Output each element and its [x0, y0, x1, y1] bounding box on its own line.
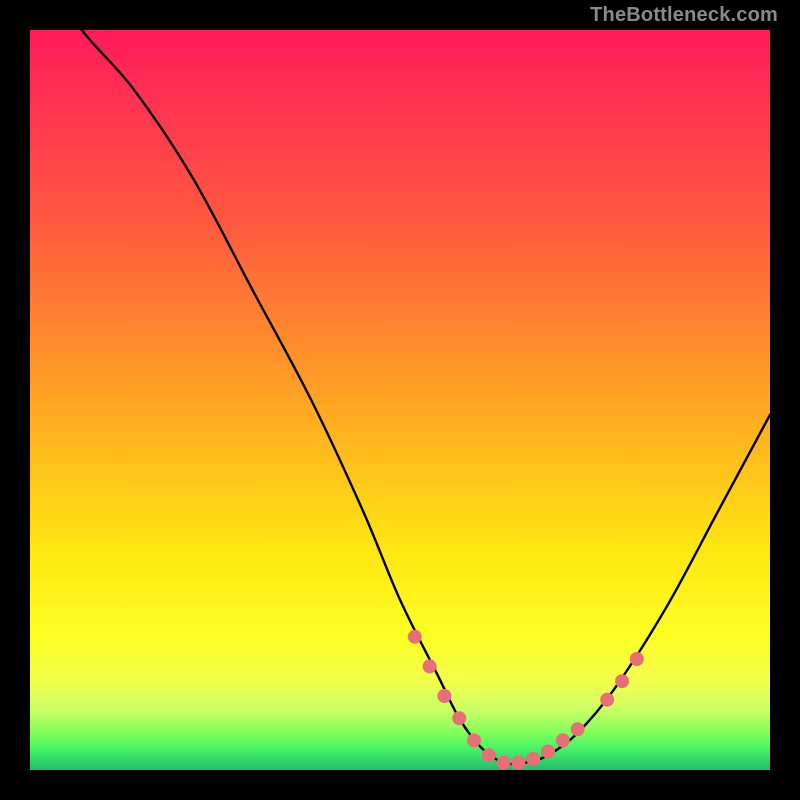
trough-marker — [511, 756, 525, 770]
trough-marker — [630, 652, 644, 666]
trough-marker — [497, 756, 511, 770]
trough-marker — [408, 630, 422, 644]
trough-marker — [600, 693, 614, 707]
attribution-label: TheBottleneck.com — [590, 4, 778, 27]
trough-marker — [423, 659, 437, 673]
trough-marker — [615, 674, 629, 688]
trough-marker — [526, 752, 540, 766]
trough-marker — [467, 733, 481, 747]
trough-marker — [452, 711, 466, 725]
trough-marker — [541, 745, 555, 759]
trough-marker — [482, 748, 496, 762]
trough-marker — [437, 689, 451, 703]
trough-marker — [556, 733, 570, 747]
trough-markers — [408, 630, 644, 770]
plot-area — [30, 30, 770, 770]
chart-frame: TheBottleneck.com — [0, 0, 800, 800]
bottleneck-curve — [30, 0, 770, 764]
chart-svg — [30, 30, 770, 770]
trough-marker — [571, 722, 585, 736]
